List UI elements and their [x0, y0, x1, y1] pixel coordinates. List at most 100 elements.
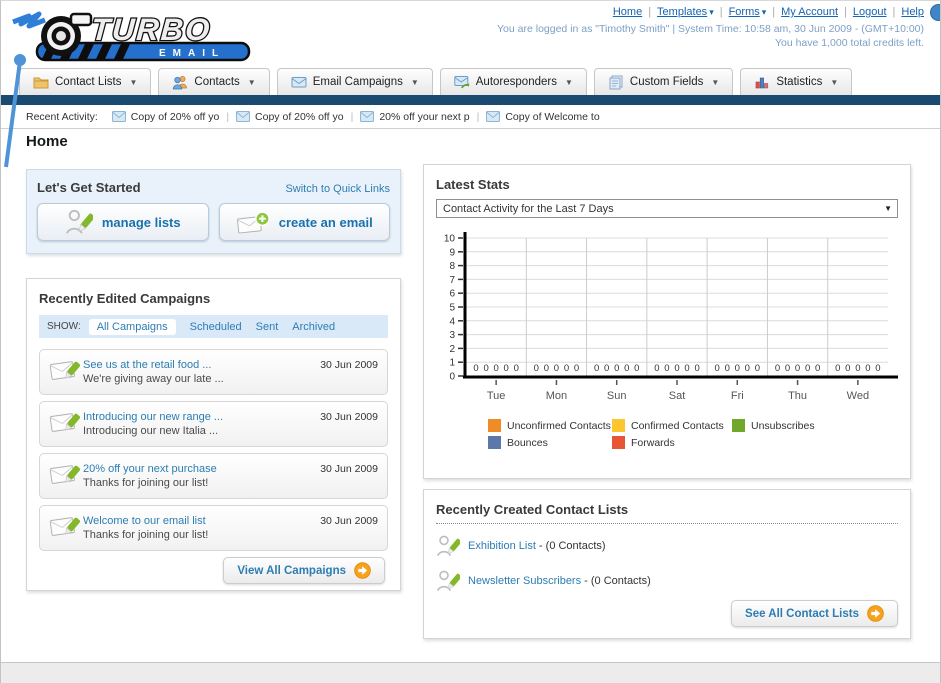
nav-link-help[interactable]: Help [901, 6, 924, 18]
nav-link-forms[interactable]: Forms [729, 6, 760, 18]
login-line-1: You are logged in as "Timothy Smith" | S… [497, 23, 924, 35]
campaign-title-link[interactable]: Welcome to our email list [83, 514, 320, 528]
tab-custom-fields[interactable]: Custom Fields ▼ [593, 68, 734, 95]
view-all-campaigns-button[interactable]: View All Campaigns [223, 557, 385, 584]
stats-dropdown[interactable]: Contact Activity for the Last 7 Days ▼ [436, 199, 898, 218]
login-line-2: You have 1,000 total credits left. [774, 37, 924, 49]
contact-list-link[interactable]: Newsletter Subscribers [468, 575, 581, 587]
chevron-down-icon: ▼ [247, 77, 256, 87]
nav-link-home[interactable]: Home [613, 6, 642, 18]
envelope-pencil-icon [49, 512, 81, 539]
help-bubble-icon[interactable] [930, 4, 940, 21]
recent-activity-item[interactable]: Copy of 20% off yo [112, 111, 219, 123]
nav-link-templates[interactable]: Templates [657, 6, 707, 18]
legend-swatch [488, 436, 501, 449]
campaign-filter-bar: SHOW: All Campaigns Scheduled Sent Archi… [39, 315, 388, 338]
envelope-icon [486, 111, 500, 122]
recent-activity-item[interactable]: Copy of Welcome to [486, 110, 600, 123]
tab-statistics[interactable]: Statistics ▼ [740, 68, 853, 95]
campaign-row[interactable]: See us at the retail food ... We're givi… [39, 349, 388, 395]
chevron-down-icon: ▼ [884, 204, 892, 213]
login-info: You are logged in as "Timothy Smith" | S… [497, 22, 924, 50]
create-email-button[interactable]: create an email [218, 203, 390, 241]
nav-link-logout[interactable]: Logout [853, 6, 887, 18]
campaign-subtitle: Thanks for joining our list! [83, 477, 209, 489]
person-pencil-icon [436, 568, 460, 594]
svg-text:7: 7 [449, 275, 455, 286]
svg-text:0: 0 [875, 363, 880, 374]
svg-text:0: 0 [449, 372, 455, 383]
tab-autoresponders[interactable]: Autoresponders ▼ [439, 68, 587, 95]
filter-archived[interactable]: Archived [292, 321, 335, 333]
filter-scheduled[interactable]: Scheduled [190, 321, 242, 333]
tab-label: Autoresponders [475, 76, 557, 88]
contact-activity-chart: 0 1 2 3 4 5 6 7 8 9 10 Tue 0 0 0 0 0 Mon 0 0 0 0 0 Sun 0 0 0 0 0 Sat 0… [436, 230, 898, 415]
activity-separator: | [476, 110, 480, 123]
nav-separator: | [719, 6, 723, 18]
button-label: manage lists [101, 214, 181, 230]
envelope-icon [360, 111, 374, 122]
logo-flames [12, 11, 46, 29]
nav-link-my-account[interactable]: My Account [781, 6, 838, 18]
svg-text:0: 0 [735, 363, 740, 374]
stats-dropdown-value: Contact Activity for the Last 7 Days [443, 202, 614, 215]
campaign-row[interactable]: Welcome to our email list Thanks for joi… [39, 505, 388, 551]
envelope-pencil-icon [49, 356, 81, 383]
campaign-row[interactable]: 20% off your next purchase Thanks for jo… [39, 453, 388, 499]
svg-text:0: 0 [835, 363, 840, 374]
logo-subtitle: EMAIL [159, 48, 225, 59]
switch-quick-links-link[interactable]: Switch to Quick Links [285, 183, 390, 195]
tab-contact-lists[interactable]: Contact Lists ▼ [19, 68, 152, 95]
campaign-title-link[interactable]: See us at the retail food ... [83, 358, 320, 372]
folder-icon [33, 74, 49, 90]
campaign-date: 30 Jun 2009 [320, 463, 378, 475]
tab-label: Email Campaigns [312, 76, 403, 88]
see-all-contact-lists-button[interactable]: See All Contact Lists [731, 600, 898, 627]
svg-text:0: 0 [483, 363, 488, 374]
filter-sent[interactable]: Sent [256, 321, 279, 333]
recent-activity-bar: Recent Activity: Copy of 20% off yo | Co… [1, 105, 940, 129]
legend-swatch [612, 419, 625, 432]
svg-text:0: 0 [815, 363, 820, 374]
svg-text:1: 1 [449, 358, 455, 369]
nav-separator: | [892, 6, 896, 18]
campaign-title-link[interactable]: Introducing our new range ... [83, 410, 320, 424]
svg-text:3: 3 [449, 330, 455, 341]
activity-item-label: Copy of Welcome to [505, 110, 600, 123]
svg-text:0: 0 [855, 363, 860, 374]
recent-activity-item[interactable]: Copy of 20% off yo [236, 111, 344, 123]
contact-list-link[interactable]: Exhibition List [468, 540, 536, 552]
chevron-down-icon: ▼ [129, 77, 138, 87]
manage-lists-button[interactable]: manage lists [37, 203, 209, 241]
chevron-down-icon: ▼ [711, 77, 720, 87]
svg-text:5: 5 [449, 303, 455, 314]
application-window: EMAIL TURBO Home | Templates ▾ | Forms ▾ | My Ac… [0, 0, 941, 683]
contact-list-item: Exhibition List - (0 Contacts) [436, 533, 898, 559]
nav-separator: | [844, 6, 847, 18]
legend-item: Unsubscribes [732, 419, 898, 432]
recent-activity-item[interactable]: 20% off your next p [360, 111, 470, 123]
envelope-plus-icon [236, 210, 270, 235]
svg-text:0: 0 [574, 363, 579, 374]
svg-text:0: 0 [775, 363, 780, 374]
person-pencil-icon [436, 533, 460, 559]
svg-text:0: 0 [654, 363, 659, 374]
tab-label: Contacts [194, 76, 240, 88]
chevron-down-icon: ▼ [830, 77, 839, 87]
navy-divider-bar [1, 95, 940, 105]
svg-text:0: 0 [504, 363, 509, 374]
svg-text:0: 0 [594, 363, 599, 374]
activity-separator: | [226, 110, 230, 123]
legend-item: Confirmed Contacts [612, 419, 732, 432]
svg-text:0: 0 [534, 363, 539, 374]
svg-text:Sat: Sat [669, 390, 686, 402]
filter-all-campaigns[interactable]: All Campaigns [88, 318, 176, 335]
legend-label: Unconfirmed Contacts [507, 419, 611, 432]
tab-contacts[interactable]: Contacts ▼ [158, 68, 270, 95]
campaign-row[interactable]: Introducing our new range ... Introducin… [39, 401, 388, 447]
button-label: create an email [278, 214, 373, 230]
tab-email-campaigns[interactable]: Email Campaigns ▼ [276, 68, 433, 95]
campaign-title-link[interactable]: 20% off your next purchase [83, 462, 320, 476]
campaign-subtitle: We're giving away our late ... [83, 373, 224, 385]
svg-text:Sun: Sun [607, 390, 627, 402]
